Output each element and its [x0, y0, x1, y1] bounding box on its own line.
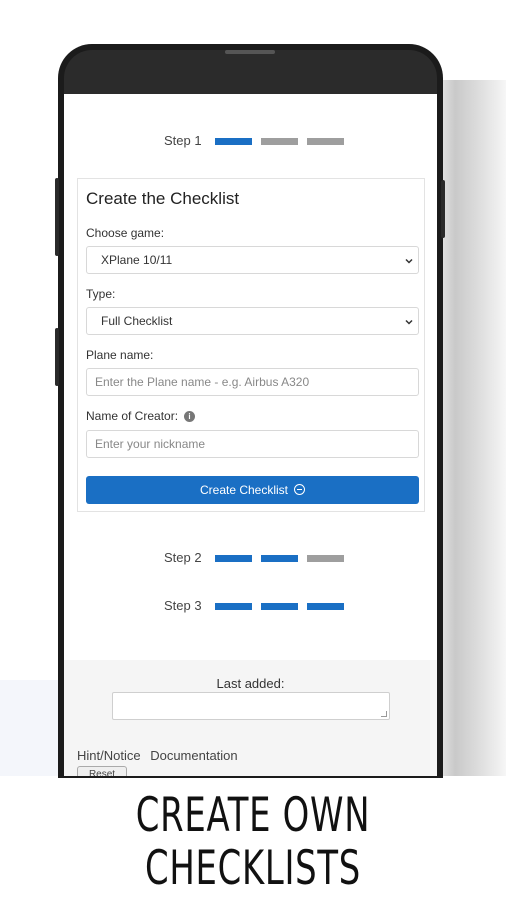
phone-side-button: [55, 178, 59, 256]
info-icon[interactable]: i: [184, 411, 196, 422]
phone-side-button: [441, 180, 445, 238]
step-progress-segment: [215, 555, 252, 562]
caption-line-2: CHECKLISTS: [145, 841, 361, 896]
step-progress-segment: [307, 555, 344, 562]
promo-caption: CREATE OWN CHECKLISTS: [0, 778, 506, 900]
phone-status-area: [64, 50, 437, 100]
step-label: Step 1: [164, 133, 202, 148]
chevron-down-icon: [405, 319, 413, 325]
plane-name-label: Plane name:: [86, 348, 154, 362]
reset-button[interactable]: Reset: [77, 766, 127, 776]
game-label: Choose game:: [86, 226, 165, 240]
arrow-circle-icon: [294, 484, 306, 495]
step-2-indicator: Step 2: [64, 548, 437, 568]
step-label: Step 3: [164, 598, 202, 613]
phone-speaker: [225, 50, 275, 54]
create-checklist-card: Create the Checklist Choose game: XPlane…: [77, 178, 425, 512]
step-3-indicator: Step 3: [64, 596, 437, 616]
last-added-label: Last added:: [216, 676, 285, 691]
step-label: Step 2: [164, 550, 202, 565]
creator-name-label: Name of Creator: i: [86, 409, 196, 423]
type-select-value: Full Checklist: [101, 314, 173, 328]
documentation-link[interactable]: Documentation: [150, 748, 237, 763]
plane-name-input[interactable]: Enter the Plane name - e.g. Airbus A320: [86, 368, 419, 396]
step-progress-segment: [215, 603, 252, 610]
create-checklist-button[interactable]: Create Checklist: [86, 476, 419, 504]
step-1-indicator: Step 1: [64, 131, 437, 151]
chevron-down-icon: [405, 258, 413, 264]
type-label: Type:: [86, 287, 116, 301]
footer-links: Hint/Notice Documentation: [77, 748, 244, 763]
type-select[interactable]: Full Checklist: [86, 307, 419, 335]
creator-name-label-text: Name of Creator:: [86, 409, 179, 423]
resize-handle-icon[interactable]: [381, 711, 387, 717]
step-progress-segment: [261, 603, 298, 610]
game-select[interactable]: XPlane 10/11: [86, 246, 419, 274]
step-progress-segment: [261, 555, 298, 562]
step-progress-segment: [261, 138, 298, 145]
create-checklist-button-label: Create Checklist: [199, 483, 289, 497]
app-screen: Step 1 Create the Checklist Choose game:…: [64, 94, 437, 776]
last-added-panel: Last added: Hint/Notice Documentation Re…: [64, 660, 437, 776]
last-added-textarea[interactable]: [112, 692, 390, 720]
caption-line-1: CREATE OWN: [135, 788, 371, 843]
step-progress-segment: [215, 138, 252, 145]
hint-notice-link[interactable]: Hint/Notice: [77, 748, 141, 763]
card-title: Create the Checklist: [86, 189, 240, 208]
phone-shadow: [438, 80, 506, 776]
creator-name-input[interactable]: Enter your nickname: [86, 430, 419, 458]
phone-side-button: [55, 328, 59, 386]
game-select-value: XPlane 10/11: [101, 253, 173, 267]
step-progress-segment: [307, 138, 344, 145]
step-progress-segment: [307, 603, 344, 610]
